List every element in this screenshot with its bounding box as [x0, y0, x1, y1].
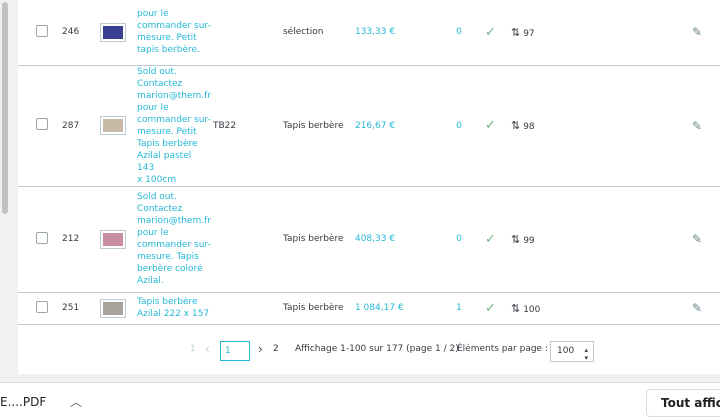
product-quantity[interactable]: 0	[432, 65, 485, 187]
product-name-line[interactable]: Azilal 222 x 157	[137, 308, 211, 320]
product-name-line[interactable]: marion@them.fr	[137, 215, 211, 227]
product-name-line[interactable]: tapis berbère.	[137, 44, 211, 56]
product-name-line[interactable]: x 100cm	[137, 174, 211, 186]
product-name-line[interactable]: pour le	[137, 227, 211, 239]
drag-position-icon[interactable]: ⇅	[511, 233, 520, 246]
check-icon[interactable]: ✓	[485, 232, 496, 247]
download-bar: E....PDF ︿ Tout affich	[0, 382, 720, 420]
product-position: 98	[523, 122, 535, 132]
product-name-line[interactable]: commander sur-	[137, 114, 211, 126]
product-id: 246	[50, 0, 100, 66]
drag-position-icon[interactable]: ⇅	[511, 119, 520, 132]
table-row: 246 pour le commander sur-mesure. Petit ta…	[18, 0, 720, 66]
scrollbar-thumb[interactable]	[2, 2, 8, 214]
check-icon[interactable]: ✓	[485, 301, 496, 316]
product-quantity[interactable]: 0	[432, 0, 485, 66]
product-id: 251	[50, 292, 100, 325]
product-category: Tapis berbère	[280, 292, 353, 325]
product-name-line[interactable]: Tapis berbère	[137, 138, 211, 150]
per-page-label: Éléments par page :	[457, 344, 548, 354]
product-name-line[interactable]: Contactez	[137, 78, 211, 90]
product-thumbnail[interactable]	[100, 229, 126, 249]
per-page-value: 100	[557, 346, 575, 356]
product-table: 246 pour le commander sur-mesure. Petit ta…	[18, 0, 720, 325]
product-thumbnail[interactable]	[100, 116, 126, 135]
product-name-line[interactable]: Tapis berbère	[137, 296, 211, 308]
page-number-input[interactable]: 1	[220, 341, 250, 361]
table-row: 251 Tapis berbère Azilal 222 x 157 Tapis …	[18, 292, 720, 325]
page-next-link[interactable]: 2	[273, 344, 279, 354]
pencil-icon[interactable]: ✎	[692, 301, 702, 315]
product-name-line[interactable]: commander sur-	[137, 20, 211, 32]
product-name-line[interactable]: mesure. Petit	[137, 32, 211, 44]
download-file-name[interactable]: E....PDF	[0, 395, 46, 409]
product-quantity[interactable]: 1	[432, 292, 485, 325]
chevron-left-icon[interactable]: ‹	[205, 342, 210, 356]
product-name-line[interactable]: commander sur-	[137, 239, 211, 251]
product-name-line[interactable]: mesure. Tapis	[137, 251, 211, 263]
per-page-select[interactable]: 100 ▴ ▾	[550, 341, 594, 362]
product-reference	[210, 186, 281, 293]
product-name-link[interactable]: Sold out. Contactez marion@them.fr pour le c…	[135, 65, 211, 187]
pagination-summary: Affichage 1-100 sur 177 (page 1 / 2)	[295, 344, 459, 354]
product-name-line[interactable]: Azilal pastel 143	[137, 150, 211, 174]
chevron-up-icon[interactable]: ︿	[70, 393, 82, 410]
product-category: sélection	[280, 0, 353, 66]
page-scrollbar[interactable]	[0, 0, 10, 382]
pencil-icon[interactable]: ✎	[692, 119, 702, 133]
chevron-right-icon[interactable]: ›	[258, 342, 263, 356]
row-select-checkbox[interactable]	[36, 24, 48, 37]
show-all-button[interactable]: Tout affich	[646, 389, 720, 417]
product-position: 97	[523, 28, 535, 39]
drag-position-icon[interactable]: ⇅	[511, 302, 520, 315]
product-category: Tapis berbère	[280, 65, 353, 187]
product-price[interactable]: 216,67 €	[352, 65, 433, 187]
row-select-checkbox[interactable]	[36, 118, 48, 130]
product-id: 212	[50, 186, 100, 293]
product-name-line[interactable]: Contactez	[137, 203, 211, 215]
product-name-line[interactable]: pour le	[137, 102, 211, 114]
product-category: Tapis berbère	[280, 186, 353, 293]
product-name-line[interactable]: Azilal.	[137, 275, 211, 287]
product-name-line[interactable]: berbère coloré	[137, 263, 211, 275]
pagination: 1 ‹ 1 › 2 Affichage 1-100 sur 177 (page …	[18, 340, 720, 362]
product-name-link[interactable]: pour le commander sur-mesure. Petit tapis …	[135, 0, 211, 66]
table-row: 287 Sold out. Contactez marion@them.fr pour…	[18, 65, 720, 187]
check-icon[interactable]: ✓	[485, 118, 496, 133]
product-reference	[210, 292, 281, 325]
row-select-checkbox[interactable]	[36, 231, 48, 244]
check-icon[interactable]: ✓	[485, 25, 496, 40]
product-name-line[interactable]: marion@them.fr	[137, 90, 211, 102]
pencil-icon[interactable]: ✎	[692, 232, 702, 246]
product-thumbnail[interactable]	[100, 22, 126, 42]
page-first-link[interactable]: 1	[190, 344, 196, 354]
product-price[interactable]: 1 084,17 €	[352, 292, 433, 325]
product-list-panel: 246 pour le commander sur-mesure. Petit ta…	[18, 0, 720, 374]
product-price[interactable]: 133,33 €	[352, 0, 433, 66]
drag-position-icon[interactable]: ⇅	[511, 26, 520, 39]
product-id: 287	[50, 65, 100, 187]
table-row: 212 Sold out. Contactez marion@them.fr pour…	[18, 186, 720, 293]
product-name-line[interactable]: Sold out.	[137, 66, 211, 78]
product-name-link[interactable]: Sold out. Contactez marion@them.fr pour le c…	[135, 186, 211, 293]
product-reference	[210, 0, 281, 66]
product-position: 100	[523, 304, 541, 315]
product-name-link[interactable]: Tapis berbère Azilal 222 x 157	[135, 292, 211, 325]
row-select-checkbox[interactable]	[36, 300, 48, 313]
product-position: 99	[523, 235, 535, 246]
product-name-line[interactable]: mesure. Petit	[137, 126, 211, 138]
select-arrow-icon: ▴ ▾	[584, 346, 588, 362]
product-name-line[interactable]: Sold out.	[137, 191, 211, 203]
product-price[interactable]: 408,33 €	[352, 186, 433, 293]
pencil-icon[interactable]: ✎	[692, 25, 702, 39]
product-quantity[interactable]: 0	[432, 186, 485, 293]
product-thumbnail[interactable]	[100, 298, 126, 318]
product-reference: TB22	[210, 65, 281, 187]
product-name-line[interactable]: pour le	[137, 8, 211, 20]
